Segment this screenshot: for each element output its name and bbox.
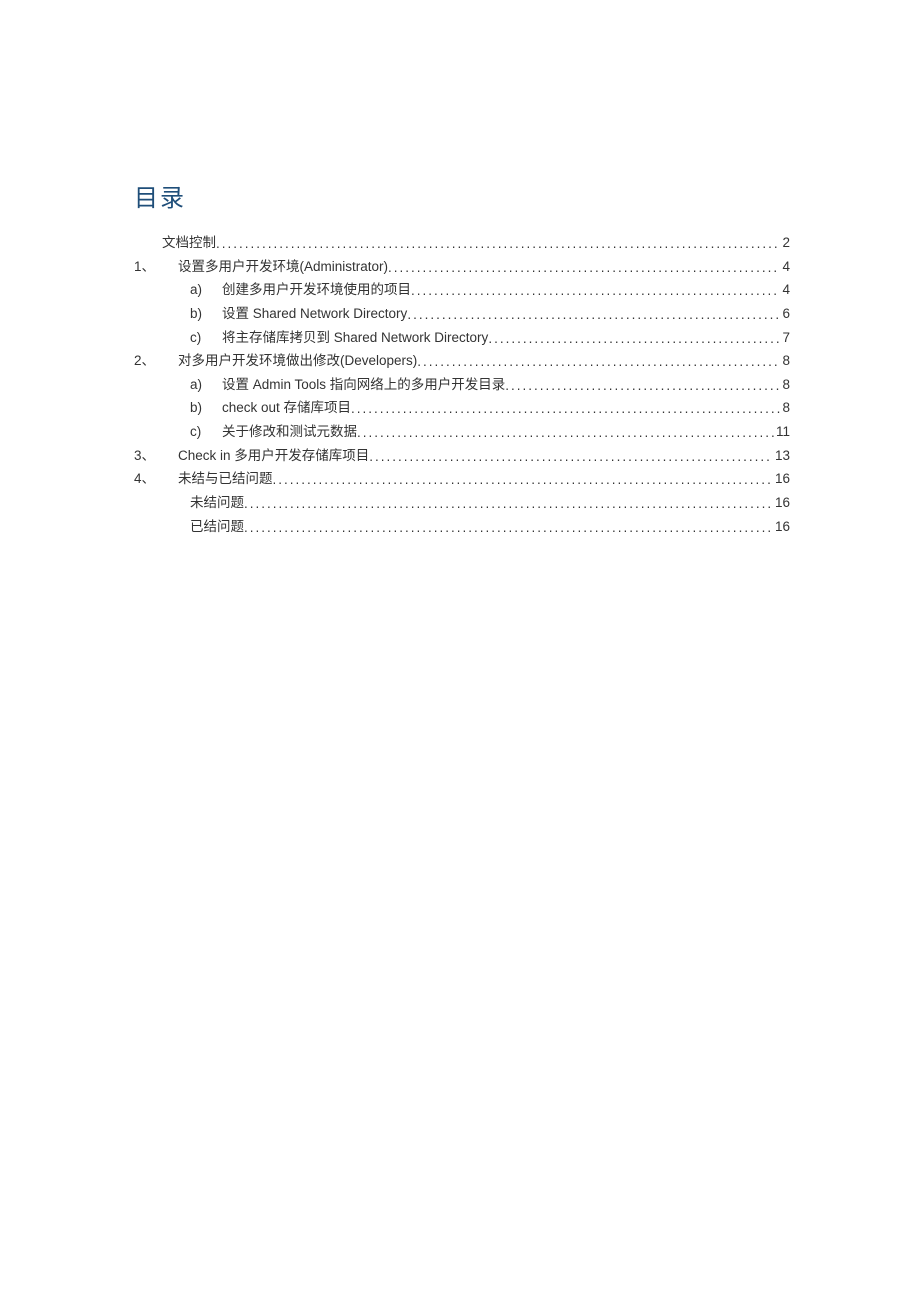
toc-entry[interactable]: 文档控制 2 <box>134 231 790 255</box>
toc-entry-page: 2 <box>780 231 790 255</box>
toc-entry-page: 16 <box>773 491 790 515</box>
toc-entry-page: 7 <box>780 326 790 350</box>
toc-entry-sublabel: a) <box>190 278 222 302</box>
toc-entry[interactable]: 未结问题 16 <box>134 491 790 515</box>
toc-leader-dots <box>369 445 773 468</box>
toc-entry[interactable]: b)设置 Shared Network Directory 6 <box>134 302 790 326</box>
toc-entry-page: 13 <box>773 444 790 468</box>
toc-entry-page: 11 <box>774 420 790 444</box>
toc-entry-prefix: 3、 <box>134 444 178 468</box>
toc-entry-text: Check in 多用户开发存储库项目 <box>178 444 369 468</box>
toc-leader-dots <box>505 374 780 397</box>
toc-entry-text: 将主存储库拷贝到 Shared Network Directory <box>222 326 488 350</box>
toc-leader-dots <box>216 232 780 255</box>
toc-leader-dots <box>388 256 780 279</box>
toc-leader-dots <box>357 421 774 444</box>
toc-entry-sublabel: a) <box>190 373 222 397</box>
toc-entry-text: 已结问题 <box>190 515 244 539</box>
toc-entry-sublabel: c) <box>190 420 222 444</box>
toc-entry-page: 4 <box>780 278 790 302</box>
toc-title: 目录 <box>134 178 790 213</box>
toc-entry-prefix: 2、 <box>134 349 178 373</box>
toc-entry-text: 设置 Shared Network Directory <box>222 302 407 326</box>
toc-entry-sublabel: b) <box>190 396 222 420</box>
toc-entry-text: 设置 Admin Tools 指向网络上的多用户开发目录 <box>222 373 505 397</box>
toc-entry-page: 8 <box>780 373 790 397</box>
toc-leader-dots <box>273 468 773 491</box>
toc-leader-dots <box>407 303 780 326</box>
toc-entry[interactable]: 3、Check in 多用户开发存储库项目 13 <box>134 444 790 468</box>
toc-entry[interactable]: 2、对多用户开发环境做出修改(Developers) 8 <box>134 349 790 373</box>
toc-entry-page: 16 <box>773 515 790 539</box>
toc-entry-text: 设置多用户开发环境(Administrator) <box>178 255 388 279</box>
toc-entry[interactable]: c)关于修改和测试元数据 11 <box>134 420 790 444</box>
toc-entry-prefix: 4、 <box>134 467 178 491</box>
toc-entry-page: 8 <box>780 396 790 420</box>
toc-entry[interactable]: a)创建多用户开发环境使用的项目 4 <box>134 278 790 302</box>
toc-entry-page: 8 <box>780 349 790 373</box>
toc-leader-dots <box>351 397 780 420</box>
toc-leader-dots <box>244 516 773 539</box>
toc-entry-text: 未结与已结问题 <box>178 467 273 491</box>
toc-leader-dots <box>244 492 773 515</box>
toc-entry-text: 对多用户开发环境做出修改(Developers) <box>178 349 417 373</box>
toc-entry[interactable]: c)将主存储库拷贝到 Shared Network Directory 7 <box>134 326 790 350</box>
toc-entry-text: 未结问题 <box>190 491 244 515</box>
toc-entry-page: 16 <box>773 467 790 491</box>
toc-entry[interactable]: b)check out 存储库项目 8 <box>134 396 790 420</box>
toc-entry[interactable]: 1、设置多用户开发环境(Administrator) 4 <box>134 255 790 279</box>
toc-entry-page: 4 <box>780 255 790 279</box>
toc-entry-sublabel: c) <box>190 326 222 350</box>
toc-entry-prefix: 1、 <box>134 255 178 279</box>
table-of-contents: 文档控制21、设置多用户开发环境(Administrator)4a)创建多用户开… <box>134 231 790 538</box>
toc-entry-text: 关于修改和测试元数据 <box>222 420 357 444</box>
toc-entry[interactable]: 4、未结与已结问题 16 <box>134 467 790 491</box>
toc-leader-dots <box>488 327 780 350</box>
toc-entry[interactable]: 已结问题 16 <box>134 515 790 539</box>
toc-entry-page: 6 <box>780 302 790 326</box>
toc-entry-sublabel: b) <box>190 302 222 326</box>
toc-entry[interactable]: a)设置 Admin Tools 指向网络上的多用户开发目录 8 <box>134 373 790 397</box>
toc-entry-text: check out 存储库项目 <box>222 396 351 420</box>
toc-entry-text: 创建多用户开发环境使用的项目 <box>222 278 411 302</box>
toc-leader-dots <box>411 279 780 302</box>
toc-entry-text: 文档控制 <box>162 231 216 255</box>
toc-leader-dots <box>417 350 780 373</box>
